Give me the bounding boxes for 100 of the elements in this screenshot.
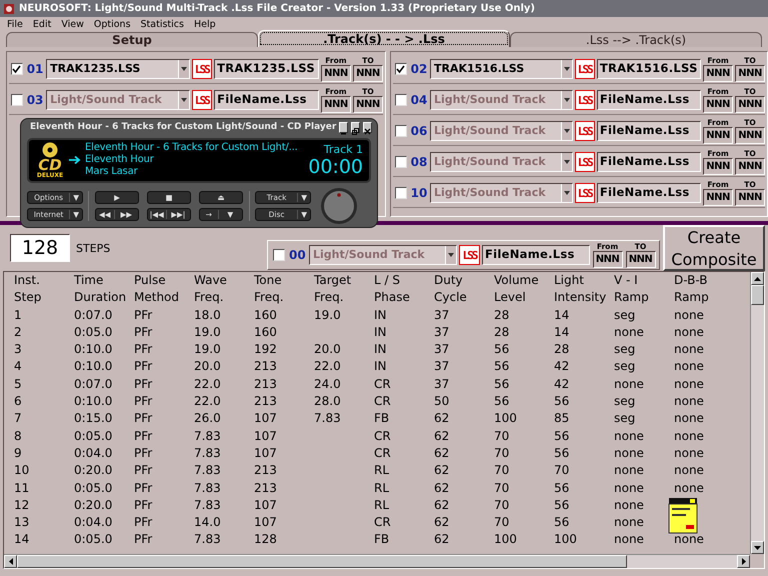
- track-number: 08: [410, 155, 428, 169]
- to-field[interactable]: NNN: [735, 96, 766, 113]
- from-field[interactable]: NNN: [703, 65, 734, 82]
- table-cell-text: 107: [254, 428, 278, 445]
- close-button[interactable]: [363, 122, 372, 133]
- checkbox[interactable]: [395, 187, 407, 199]
- table-cell-text: 213: [254, 480, 278, 497]
- file-name-field[interactable]: FileName.Lss: [596, 90, 702, 110]
- close-icon: [364, 128, 372, 135]
- checkbox[interactable]: [273, 249, 285, 261]
- menu-item[interactable]: Options: [88, 18, 136, 30]
- menu-item[interactable]: Edit: [28, 18, 56, 30]
- from-field[interactable]: NNN: [592, 251, 622, 268]
- table-cell-text: seg: [614, 306, 636, 324]
- checkbox[interactable]: [395, 63, 407, 75]
- column-header: Intensity: [554, 289, 608, 306]
- from-field[interactable]: NNN: [703, 158, 734, 175]
- table-cell-text: 7.83: [194, 480, 222, 497]
- table-cell-text: 8: [14, 428, 23, 445]
- file-name-field[interactable]: FileName.Lss: [596, 152, 702, 172]
- volume-knob[interactable]: [320, 187, 358, 225]
- file-name-field[interactable]: TRAK1235.LSS: [214, 59, 319, 79]
- table-cell-text: none: [614, 324, 645, 341]
- table-cell-text: 2: [14, 324, 23, 341]
- checkbox[interactable]: [11, 63, 23, 75]
- table-cell-text: 107: [254, 444, 278, 462]
- to-field[interactable]: NNN: [735, 127, 766, 144]
- table-cell-text: none: [674, 410, 705, 428]
- scroll-left-icon[interactable]: [8, 558, 12, 565]
- menu-item[interactable]: Help: [188, 18, 221, 30]
- column-header: Pulse: [134, 272, 167, 289]
- track-dropdown[interactable]: TRAK1516.LSS: [430, 59, 573, 79]
- file-name-field[interactable]: FileName.Lss: [596, 183, 702, 203]
- table-cell-text: 100: [494, 531, 518, 548]
- from-field[interactable]: NNN: [320, 65, 351, 82]
- scroll-right-icon[interactable]: [742, 558, 746, 565]
- checkbox[interactable]: [395, 156, 407, 168]
- to-field[interactable]: NNN: [352, 65, 383, 82]
- column-header: Inst.: [14, 272, 41, 289]
- track-dropdown[interactable]: TRAK1235.LSS: [46, 59, 190, 79]
- menu-item[interactable]: View: [56, 18, 89, 30]
- from-field[interactable]: NNN: [703, 189, 734, 206]
- from-field[interactable]: NNN: [320, 96, 351, 113]
- table-cell-text: 5: [14, 376, 23, 393]
- horizontal-scrollbar[interactable]: [4, 554, 750, 568]
- to-field[interactable]: NNN: [352, 96, 383, 113]
- table-cell-text: 28.0: [314, 393, 342, 410]
- from-field[interactable]: NNN: [703, 96, 734, 113]
- table-cell-text: none: [614, 462, 645, 480]
- checkbox[interactable]: [395, 94, 407, 106]
- app-icon: [3, 2, 15, 14]
- table-cell-text: RL: [374, 462, 390, 480]
- minimize-button[interactable]: [339, 122, 348, 133]
- table-cell-text: none: [674, 393, 705, 410]
- table-cell-text: IN: [374, 306, 388, 324]
- checkbox[interactable]: [395, 125, 407, 137]
- table-cell-text: 107: [254, 496, 278, 514]
- table-cell-text: 22.0: [194, 393, 222, 410]
- file-name-field[interactable]: TRAK1516.LSS: [596, 59, 702, 79]
- column-header: Freq.: [194, 289, 225, 306]
- dropdown-arrow-icon: [564, 129, 570, 133]
- to-field[interactable]: NNN: [626, 251, 656, 268]
- restore-button[interactable]: [351, 122, 360, 133]
- table-cell-text: CR: [374, 428, 392, 445]
- file-name-field[interactable]: FileName.Lss: [596, 121, 702, 141]
- scroll-thumb[interactable]: [17, 555, 627, 568]
- checkbox[interactable]: [11, 94, 23, 106]
- table-cell-text: 62: [434, 444, 450, 462]
- scroll-thumb[interactable]: [751, 285, 764, 305]
- to-field[interactable]: NNN: [735, 158, 766, 175]
- table-cell-text: 160: [254, 324, 278, 341]
- tab[interactable]: .Lss --> .Track(s): [510, 32, 762, 47]
- player-title: Eleventh Hour - 6 Tracks for Custom Light/Sound - CD Player: [30, 122, 336, 132]
- table-cell-text: 28: [554, 341, 570, 358]
- from-field[interactable]: NNN: [703, 127, 734, 144]
- sticky-notes-icon[interactable]: [668, 498, 698, 534]
- tab[interactable]: .Track(s) - - > .Lss: [258, 30, 510, 47]
- steps-field[interactable]: 128: [10, 234, 70, 262]
- to-field[interactable]: NNN: [735, 189, 766, 206]
- menu-item[interactable]: Statistics: [136, 18, 189, 30]
- scroll-up-icon[interactable]: [754, 276, 761, 280]
- scroll-down-icon[interactable]: [754, 546, 761, 550]
- vertical-scrollbar[interactable]: [750, 272, 764, 554]
- menu-item[interactable]: File: [2, 18, 28, 30]
- create-composite-button[interactable]: Create Composite: [663, 225, 765, 271]
- tab[interactable]: Setup: [6, 32, 258, 47]
- table-cell-text: 37: [434, 341, 450, 358]
- column-header: Phase: [374, 289, 411, 306]
- table-cell-text: CR: [374, 514, 392, 532]
- table-cell-text: 0:07.0: [74, 306, 114, 324]
- file-name-field[interactable]: FileName.Lss: [482, 245, 590, 265]
- column-header: Duration: [74, 289, 128, 306]
- table-cell-text: IN: [374, 324, 388, 341]
- table-cell-text: IN: [374, 358, 388, 376]
- column-header: Method: [134, 289, 180, 306]
- to-field[interactable]: NNN: [735, 65, 766, 82]
- table-cell-text: 62: [434, 480, 450, 497]
- file-name-field[interactable]: FileName.Lss: [214, 90, 319, 110]
- table-cell-text: 14: [554, 324, 570, 341]
- table-cell-text: 62: [434, 496, 450, 514]
